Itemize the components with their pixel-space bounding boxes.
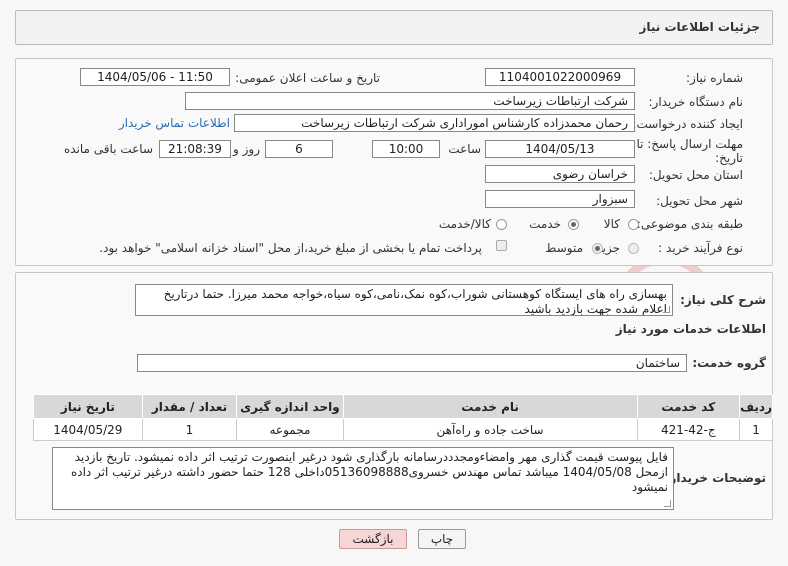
city-field: سبزوار [485,190,635,208]
col-service-name: نام خدمت [342,394,638,419]
province-label: استان محل تحویل: [648,168,743,182]
deadline-label-2: تاریخ: [715,151,743,165]
page-title: جزئیات اطلاعات نیاز [639,20,760,34]
buyer-notes-text: فایل پیوست قیمت گذاری مهر وامضاءومجدددرس… [70,450,668,494]
category-option-goods: کالا [603,217,620,231]
need-number-label: شماره نیاز: [686,71,743,85]
cell-service-code: ج-42-421 [636,418,741,441]
process-label: نوع فرآیند خرید : [658,241,743,255]
summary-text: بهسازی راه های ایستگاه کوهستانی شوراب،کو… [163,287,667,316]
col-row-number: ردیف [739,394,773,419]
services-title: اطلاعات خدمات مورد نیاز [615,322,766,336]
back-button[interactable]: بازگشت [339,529,407,549]
announce-field: 1404/05/06 - 11:50 [80,68,230,86]
deadline-label: مهلت ارسال پاسخ: تا [636,137,743,151]
col-unit: واحد اندازه گیری [236,394,344,419]
summary-textarea[interactable]: بهسازی راه های ایستگاه کوهستانی شوراب،کو… [135,284,673,316]
province-field: خراسان رضوی [485,165,635,183]
page-header: جزئیات اطلاعات نیاز [15,10,773,45]
resize-handle[interactable] [664,500,671,507]
cell-unit: مجموعه [236,418,344,441]
remaining-label: ساعت باقی مانده [63,142,153,156]
days-field: 6 [265,140,333,158]
buyer-notes-textarea[interactable]: فایل پیوست قیمت گذاری مهر وامضاءومجدددرس… [52,447,674,510]
category-radio-goods[interactable] [628,219,639,230]
col-need-date: تاریخ نیاز [33,394,143,419]
deadline-date-field: 1404/05/13 [485,140,635,158]
payment-note: پرداخت تمام یا بخشی از مبلغ خرید،از محل … [99,241,482,255]
category-radio-service[interactable] [568,219,579,230]
announce-label: تاریخ و ساعت اعلان عمومی: [235,71,380,85]
process-option-medium: متوسط [545,241,583,255]
cell-quantity: 1 [141,418,238,441]
service-group-label: گروه خدمت: [692,356,766,370]
city-label: شهر محل تحویل: [656,194,743,208]
table-row: 1 ج-42-421 ساخت جاده و راه‌آهن مجموعه 1 … [33,418,773,441]
summary-label: شرح کلی نیاز: [680,293,766,307]
buyer-org-label: نام دستگاه خریدار: [648,95,744,109]
treasury-checkbox[interactable] [496,240,507,251]
need-info-panel [15,58,773,266]
cell-need-date: 1404/05/29 [33,418,143,441]
need-number-field: 1104001022000969 [485,68,635,86]
cell-row-number: 1 [739,418,773,441]
remaining-time-field: 21:08:39 [159,140,231,158]
category-label: طبقه بندی موضوعی: [636,217,743,231]
table-header-row: ردیف کد خدمت نام خدمت واحد اندازه گیری ت… [33,394,773,419]
days-label: روز و [233,142,260,156]
col-service-code: کد خدمت [636,394,741,419]
cell-service-name: ساخت جاده و راه‌آهن [342,418,638,441]
creator-field: رحمان محمدزاده کارشناس اموراداری شرکت ار… [234,114,635,132]
creator-label: ایجاد کننده درخواست: [632,117,743,131]
page: جزئیات اطلاعات نیاز AriaTender.neT شماره… [0,0,788,566]
process-radio-minor[interactable] [628,243,639,254]
service-group-field: ساختمان [137,354,687,372]
process-radio-medium[interactable] [592,243,603,254]
buyer-org-field: شرکت ارتباطات زیرساخت [185,92,635,110]
col-quantity: تعداد / مقدار [141,394,238,419]
resize-handle[interactable] [663,306,670,313]
category-radio-goods-service[interactable] [496,219,507,230]
time-label: ساعت [448,142,481,156]
services-table: ردیف کد خدمت نام خدمت واحد اندازه گیری ت… [33,394,773,441]
category-option-goods-service: کالا/خدمت [438,217,491,231]
print-button[interactable]: چاپ [418,529,466,549]
buyer-notes-label: توضیحات خریدار: [664,471,766,485]
deadline-time-field: 10:00 [372,140,440,158]
category-option-service: خدمت [529,217,561,231]
contact-info-link[interactable]: اطلاعات تماس خریدار [119,116,230,130]
